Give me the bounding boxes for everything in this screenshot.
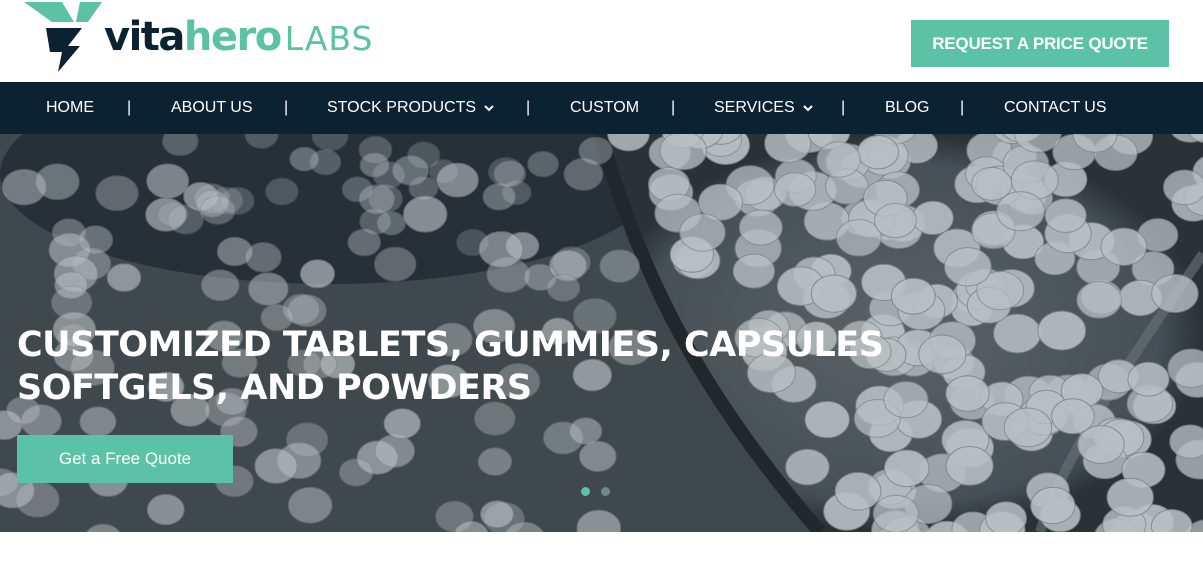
nav-item-blog[interactable]: BLOG [885,82,929,134]
nav-item-label: HOME [46,99,94,116]
main-navigation: HOME | ABOUT US | STOCK PRODUCTS | CUSTO… [0,82,1203,134]
logo-text-labs: LABS [284,19,374,58]
nav-item-stock-products[interactable]: STOCK PRODUCTS [327,82,495,134]
hero-banner: CUSTOMIZED TABLETS, GUMMIES, CAPSULES SO… [0,134,1203,532]
chevron-down-icon [802,105,813,112]
nav-separator: | [284,99,289,116]
nav-item-label: SERVICES [714,99,795,116]
nav-item-services[interactable]: SERVICES [714,82,814,134]
nav-separator: | [127,99,132,116]
nav-item-label: BLOG [885,99,930,116]
nav-separator: | [960,99,965,116]
site-header: vitahero LABS REQUEST A PRICE QUOTE [0,0,1203,82]
nav-item-contact-us[interactable]: CONTACT US [1004,82,1107,134]
hero-title-line-2: SOFTGELS, AND POWDERS [17,368,532,408]
logo-text-vita: vita [104,14,185,60]
hero-title-line-1: CUSTOMIZED TABLETS, GUMMIES, CAPSULES [17,325,884,365]
v-lightning-logo-icon [24,2,102,72]
nav-separator: | [671,99,676,116]
slider-dot-1[interactable] [581,487,590,496]
logo-wordmark: vitahero LABS [104,14,373,60]
request-price-quote-button[interactable]: REQUEST A PRICE QUOTE [911,20,1169,67]
nav-item-about-us[interactable]: ABOUT US [171,82,253,134]
nav-item-home[interactable]: HOME [46,82,94,134]
hero-title: CUSTOMIZED TABLETS, GUMMIES, CAPSULES SO… [17,324,884,410]
nav-item-label: STOCK PRODUCTS [327,99,477,116]
nav-item-label: CUSTOM [570,99,640,116]
nav-item-custom[interactable]: CUSTOM [570,82,639,134]
chevron-down-icon [484,105,494,112]
nav-separator: | [841,99,846,116]
get-free-quote-button[interactable]: Get a Free Quote [17,435,233,483]
nav-separator: | [526,99,531,116]
logo-text-hero: hero [183,14,282,60]
slider-dot-2[interactable] [601,487,610,496]
nav-item-label: CONTACT US [1004,99,1107,116]
nav-item-label: ABOUT US [171,99,253,116]
